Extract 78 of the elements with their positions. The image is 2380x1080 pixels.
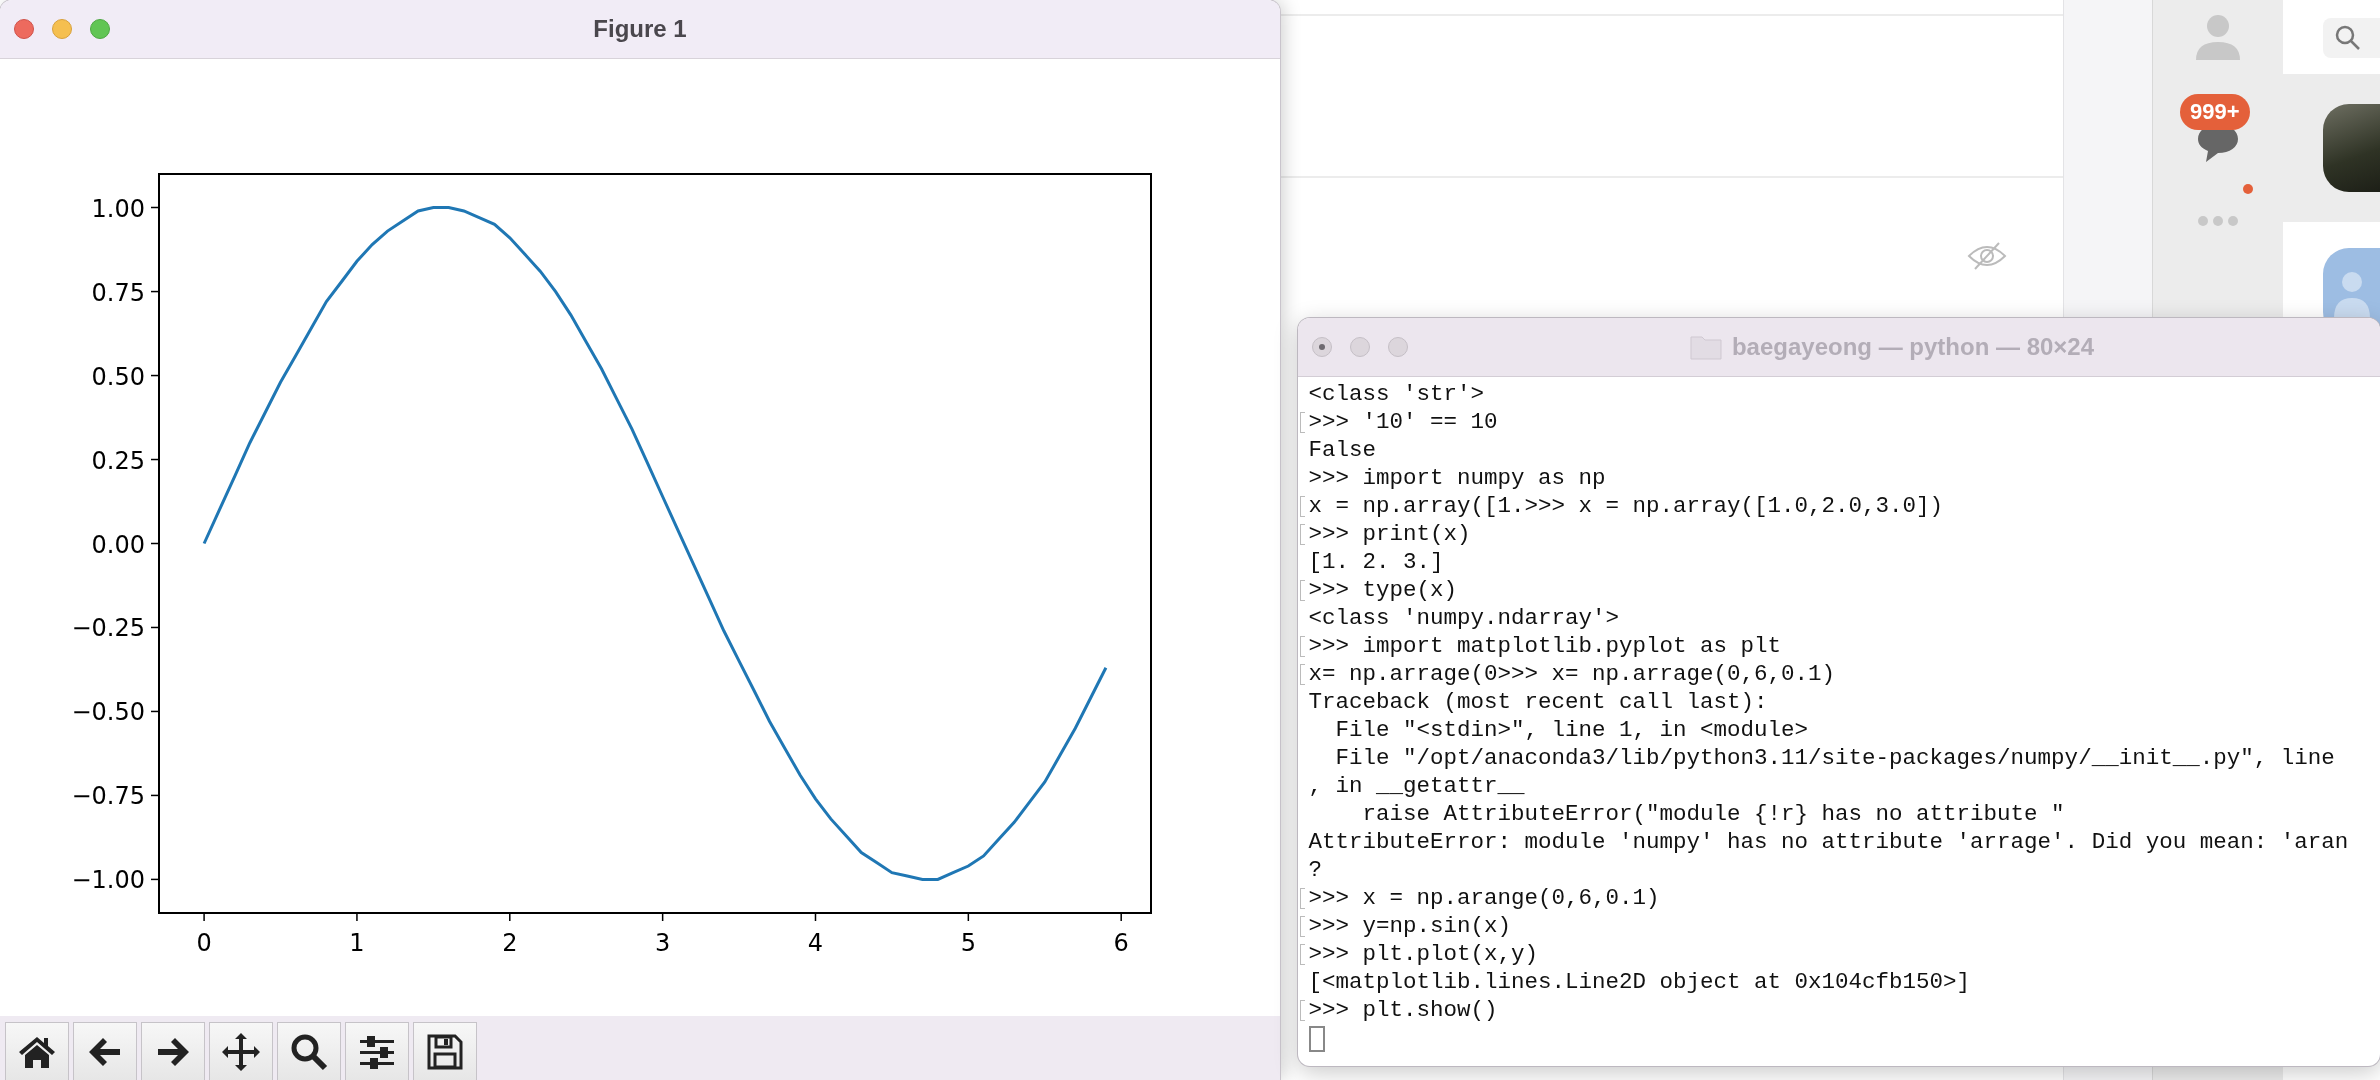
four-way-arrow-icon	[221, 1032, 261, 1072]
back-button[interactable]	[73, 1022, 137, 1080]
terminal-line: False	[1308, 436, 1376, 464]
home-button[interactable]	[5, 1022, 69, 1080]
configure-button[interactable]	[345, 1022, 409, 1080]
tick-label: 0.25	[91, 446, 145, 475]
zoom-button[interactable]	[90, 19, 110, 39]
terminal-line: <class 'numpy.ndarray'>	[1308, 604, 1620, 632]
tick-label: 0.00	[91, 530, 145, 559]
tick-label: 5	[960, 929, 976, 957]
tick-mark	[661, 912, 664, 922]
tick-mark	[509, 912, 511, 922]
terminal-line: raise AttributeError("module {!r} has no attribute "	[1361, 800, 2065, 828]
terminal-line: , in __getattr__	[1308, 772, 1525, 800]
terminal-line: >>> import numpy as np	[1308, 464, 1606, 492]
tick-label: 0	[196, 929, 212, 957]
tick-mark	[150, 290, 160, 293]
tick-mark	[203, 912, 205, 922]
tick-label: 0.50	[91, 362, 145, 391]
terminal-line: Traceback (most recent call last):	[1308, 688, 1768, 716]
tick-label: −1.00	[71, 866, 145, 895]
zoom-tool-button[interactable]	[277, 1022, 341, 1080]
tick-label: 0.75	[91, 278, 145, 307]
terminal-line: AttributeError: module 'numpy' has no attribute 'arrage'. Did you mean: 'aran	[1308, 828, 2349, 856]
tick-label: 1	[349, 929, 365, 957]
save-button[interactable]	[413, 1022, 477, 1080]
sliders-icon	[358, 1034, 396, 1070]
tick-mark	[150, 458, 160, 461]
terminal-line: [<matplotlib.lines.Line2D object at 0x104cfb150>]	[1308, 968, 1971, 996]
folder-icon	[1689, 334, 1722, 360]
tick-label: 3	[655, 929, 671, 957]
pan-button[interactable]	[209, 1022, 273, 1080]
terminal-line: >>> '10' == 10	[1308, 408, 1498, 436]
terminal-line: File "<stdin>", line 1, in <module>	[1334, 716, 1809, 744]
terminal-line: >>> y=np.sin(x)	[1308, 912, 1512, 940]
terminal-line: >>> plt.show()	[1308, 996, 1498, 1024]
unread-dot	[2243, 184, 2253, 194]
tick-label: 1.00	[91, 194, 145, 223]
tick-mark	[967, 912, 970, 922]
tick-label: −0.25	[71, 614, 145, 643]
text-cursor	[1309, 1026, 1325, 1052]
tick-mark	[356, 912, 358, 922]
terminal-line: ?	[1308, 856, 1322, 884]
window-title: baegayeong — python — 80×24	[1731, 333, 2095, 361]
terminal-line: >>> x = np.arange(0,6,0.1)	[1308, 884, 1660, 912]
chat-list-item[interactable]	[2283, 74, 2380, 222]
terminal-line: >>> import matplotlib.pyplot as plt	[1308, 632, 1782, 660]
tick-mark	[150, 710, 160, 713]
tick-mark	[1120, 912, 1122, 922]
terminal-line: >>> print(x)	[1308, 520, 1471, 548]
tick-mark	[150, 374, 160, 377]
close-button[interactable]	[14, 19, 34, 39]
tick-label: −0.50	[71, 698, 145, 727]
tick-mark	[150, 542, 160, 545]
tick-mark	[150, 626, 160, 629]
terminal-line: <class 'str'>	[1308, 380, 1485, 408]
window-title: Figure 1	[593, 15, 687, 43]
search-field[interactable]	[2323, 18, 2380, 58]
notification-badge: 999+	[2180, 94, 2250, 130]
tick-mark	[150, 206, 160, 209]
tick-mark	[150, 794, 160, 797]
terminal-line: >>> plt.plot(x,y)	[1308, 940, 1539, 968]
tick-label: 2	[502, 929, 518, 957]
search-icon	[2335, 25, 2361, 51]
search-icon	[290, 1033, 328, 1071]
tick-label: 6	[1113, 929, 1129, 957]
terminal-line: >>> type(x)	[1308, 576, 1458, 604]
terminal-line: [1. 2. 3.]	[1308, 548, 1444, 576]
tick-mark	[814, 912, 817, 922]
tick-label: 4	[807, 929, 824, 957]
terminal-line: x = np.array([1.>>> x = np.array([1.0,2.0,3.0])	[1308, 492, 1944, 520]
tick-mark	[150, 878, 160, 881]
home-icon	[17, 1034, 57, 1070]
close-button[interactable]	[1312, 337, 1332, 357]
terminal-line: x= np.arrage(0>>> x= np.arrage(0,6,0.1)	[1308, 660, 1836, 688]
terminal-line: File "/opt/anaconda3/lib/python3.11/site-packages/numpy/__init__.py", line	[1334, 744, 2335, 772]
tick-label: −0.75	[71, 782, 145, 811]
forward-button[interactable]	[141, 1022, 205, 1080]
